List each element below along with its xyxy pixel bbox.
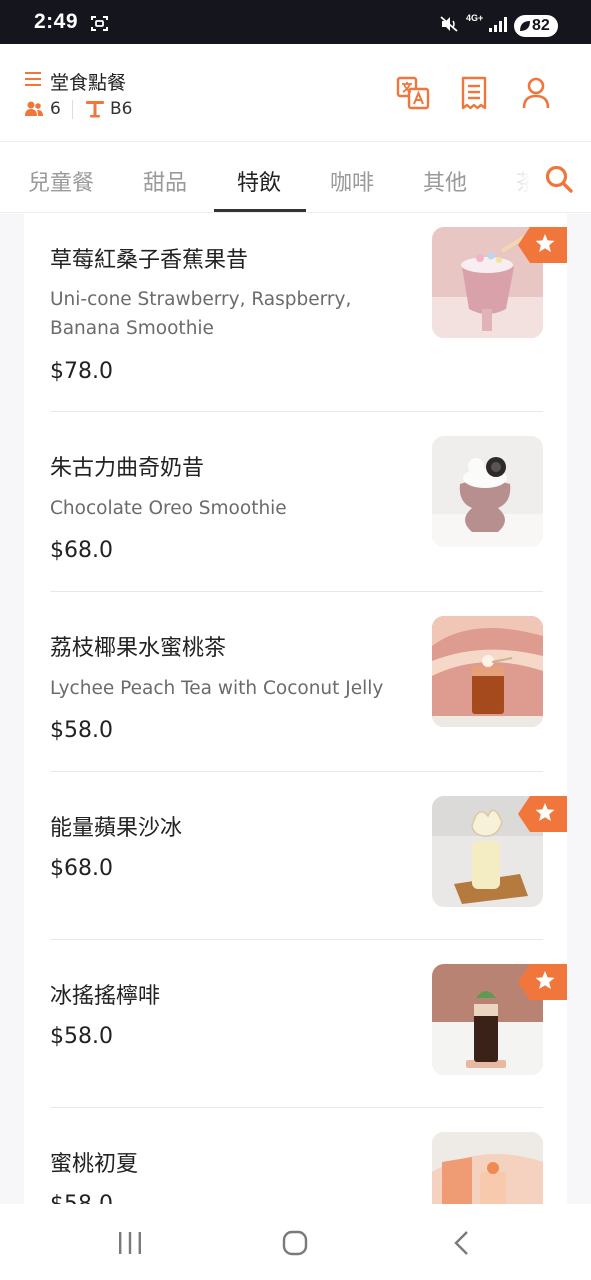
battery-saver-icon: [520, 21, 530, 31]
star-icon: [518, 796, 567, 832]
menu-list-card: 草莓紅桑子香蕉果昔 Uni-cone Strawberry, Raspberry…: [24, 214, 567, 1204]
tabs-fade-overlay: [490, 143, 591, 211]
network-type: 4G+: [466, 13, 484, 23]
translate-icon[interactable]: [396, 76, 430, 110]
item-price: $58.0: [50, 1192, 113, 1204]
vibrate-mute-icon: [440, 16, 458, 32]
search-icon[interactable]: [544, 164, 574, 194]
back-icon[interactable]: [451, 1230, 471, 1256]
signal-icon: [489, 17, 507, 32]
item-name: 能量蘋果沙冰: [50, 816, 183, 841]
item-name: 荔枝椰果水蜜桃茶: [50, 636, 227, 661]
guest-count: 6: [50, 99, 61, 119]
item-name: 朱古力曲奇奶昔: [50, 456, 205, 481]
menu-item[interactable]: 荔枝椰果水蜜桃茶 Lychee Peach Tea with Coconut J…: [24, 592, 567, 772]
system-nav-bar: [0, 1204, 591, 1280]
menu-item[interactable]: 蜜桃初夏 $58.0: [24, 1108, 567, 1204]
tab-others[interactable]: 其他: [423, 165, 467, 197]
item-photo: [432, 436, 543, 547]
user-icon[interactable]: [521, 76, 551, 110]
battery-level: 82: [532, 17, 550, 34]
item-price: $58.0: [50, 1024, 113, 1049]
item-photo: [432, 1132, 543, 1204]
tab-desserts[interactable]: 甜品: [143, 165, 187, 197]
item-name: 蜜桃初夏: [50, 1152, 139, 1177]
item-price: $58.0: [50, 718, 113, 743]
menu-item[interactable]: 朱古力曲奇奶昔 Chocolate Oreo Smoothie $68.0: [24, 412, 567, 592]
header-divider: [72, 100, 73, 119]
item-price: $78.0: [50, 359, 113, 384]
receipt-icon[interactable]: [459, 76, 489, 110]
status-bar: 2:49 4G+ 82: [0, 0, 591, 44]
tab-coffee[interactable]: 咖啡: [330, 165, 374, 197]
menu-item[interactable]: 冰搖搖檸啡 $58.0: [24, 940, 567, 1108]
tab-kids-meal[interactable]: 兒童餐: [28, 165, 94, 197]
menu-icon[interactable]: [25, 72, 41, 86]
item-price: $68.0: [50, 856, 113, 881]
item-price: $68.0: [50, 538, 113, 563]
item-english-name: Chocolate Oreo Smoothie: [50, 498, 287, 519]
people-icon: [25, 101, 43, 116]
star-icon: [518, 227, 567, 263]
home-icon[interactable]: [282, 1230, 308, 1256]
item-photo: [432, 616, 543, 727]
active-tab-indicator: [214, 209, 306, 212]
battery-indicator: 82: [514, 15, 558, 37]
app-header: 堂食點餐 6 B6: [0, 44, 591, 142]
table-number: B6: [110, 99, 133, 119]
menu-item[interactable]: 草莓紅桑子香蕉果昔 Uni-cone Strawberry, Raspberry…: [24, 214, 567, 412]
star-icon: [518, 964, 567, 1000]
recent-apps-icon[interactable]: [116, 1230, 144, 1256]
page-title: 堂食點餐: [50, 72, 127, 94]
tab-specialty-drinks[interactable]: 特飲: [237, 165, 281, 197]
item-english-name: Uni-cone Strawberry, Raspberry, Banana S…: [50, 289, 352, 339]
menu-list[interactable]: 草莓紅桑子香蕉果昔 Uni-cone Strawberry, Raspberry…: [0, 214, 591, 1204]
item-english-name: Lychee Peach Tea with Coconut Jelly: [50, 678, 384, 699]
item-name: 冰搖搖檸啡: [50, 984, 161, 1009]
status-time: 2:49: [34, 10, 79, 33]
screen-record-icon: [91, 16, 108, 31]
item-name: 草莓紅桑子香蕉果昔: [50, 248, 249, 273]
category-tabs: 兒童餐 甜品 特飲 咖啡 其他 茶: [0, 143, 591, 213]
table-icon: [86, 101, 104, 118]
menu-item[interactable]: 能量蘋果沙冰 $68.0: [24, 772, 567, 940]
